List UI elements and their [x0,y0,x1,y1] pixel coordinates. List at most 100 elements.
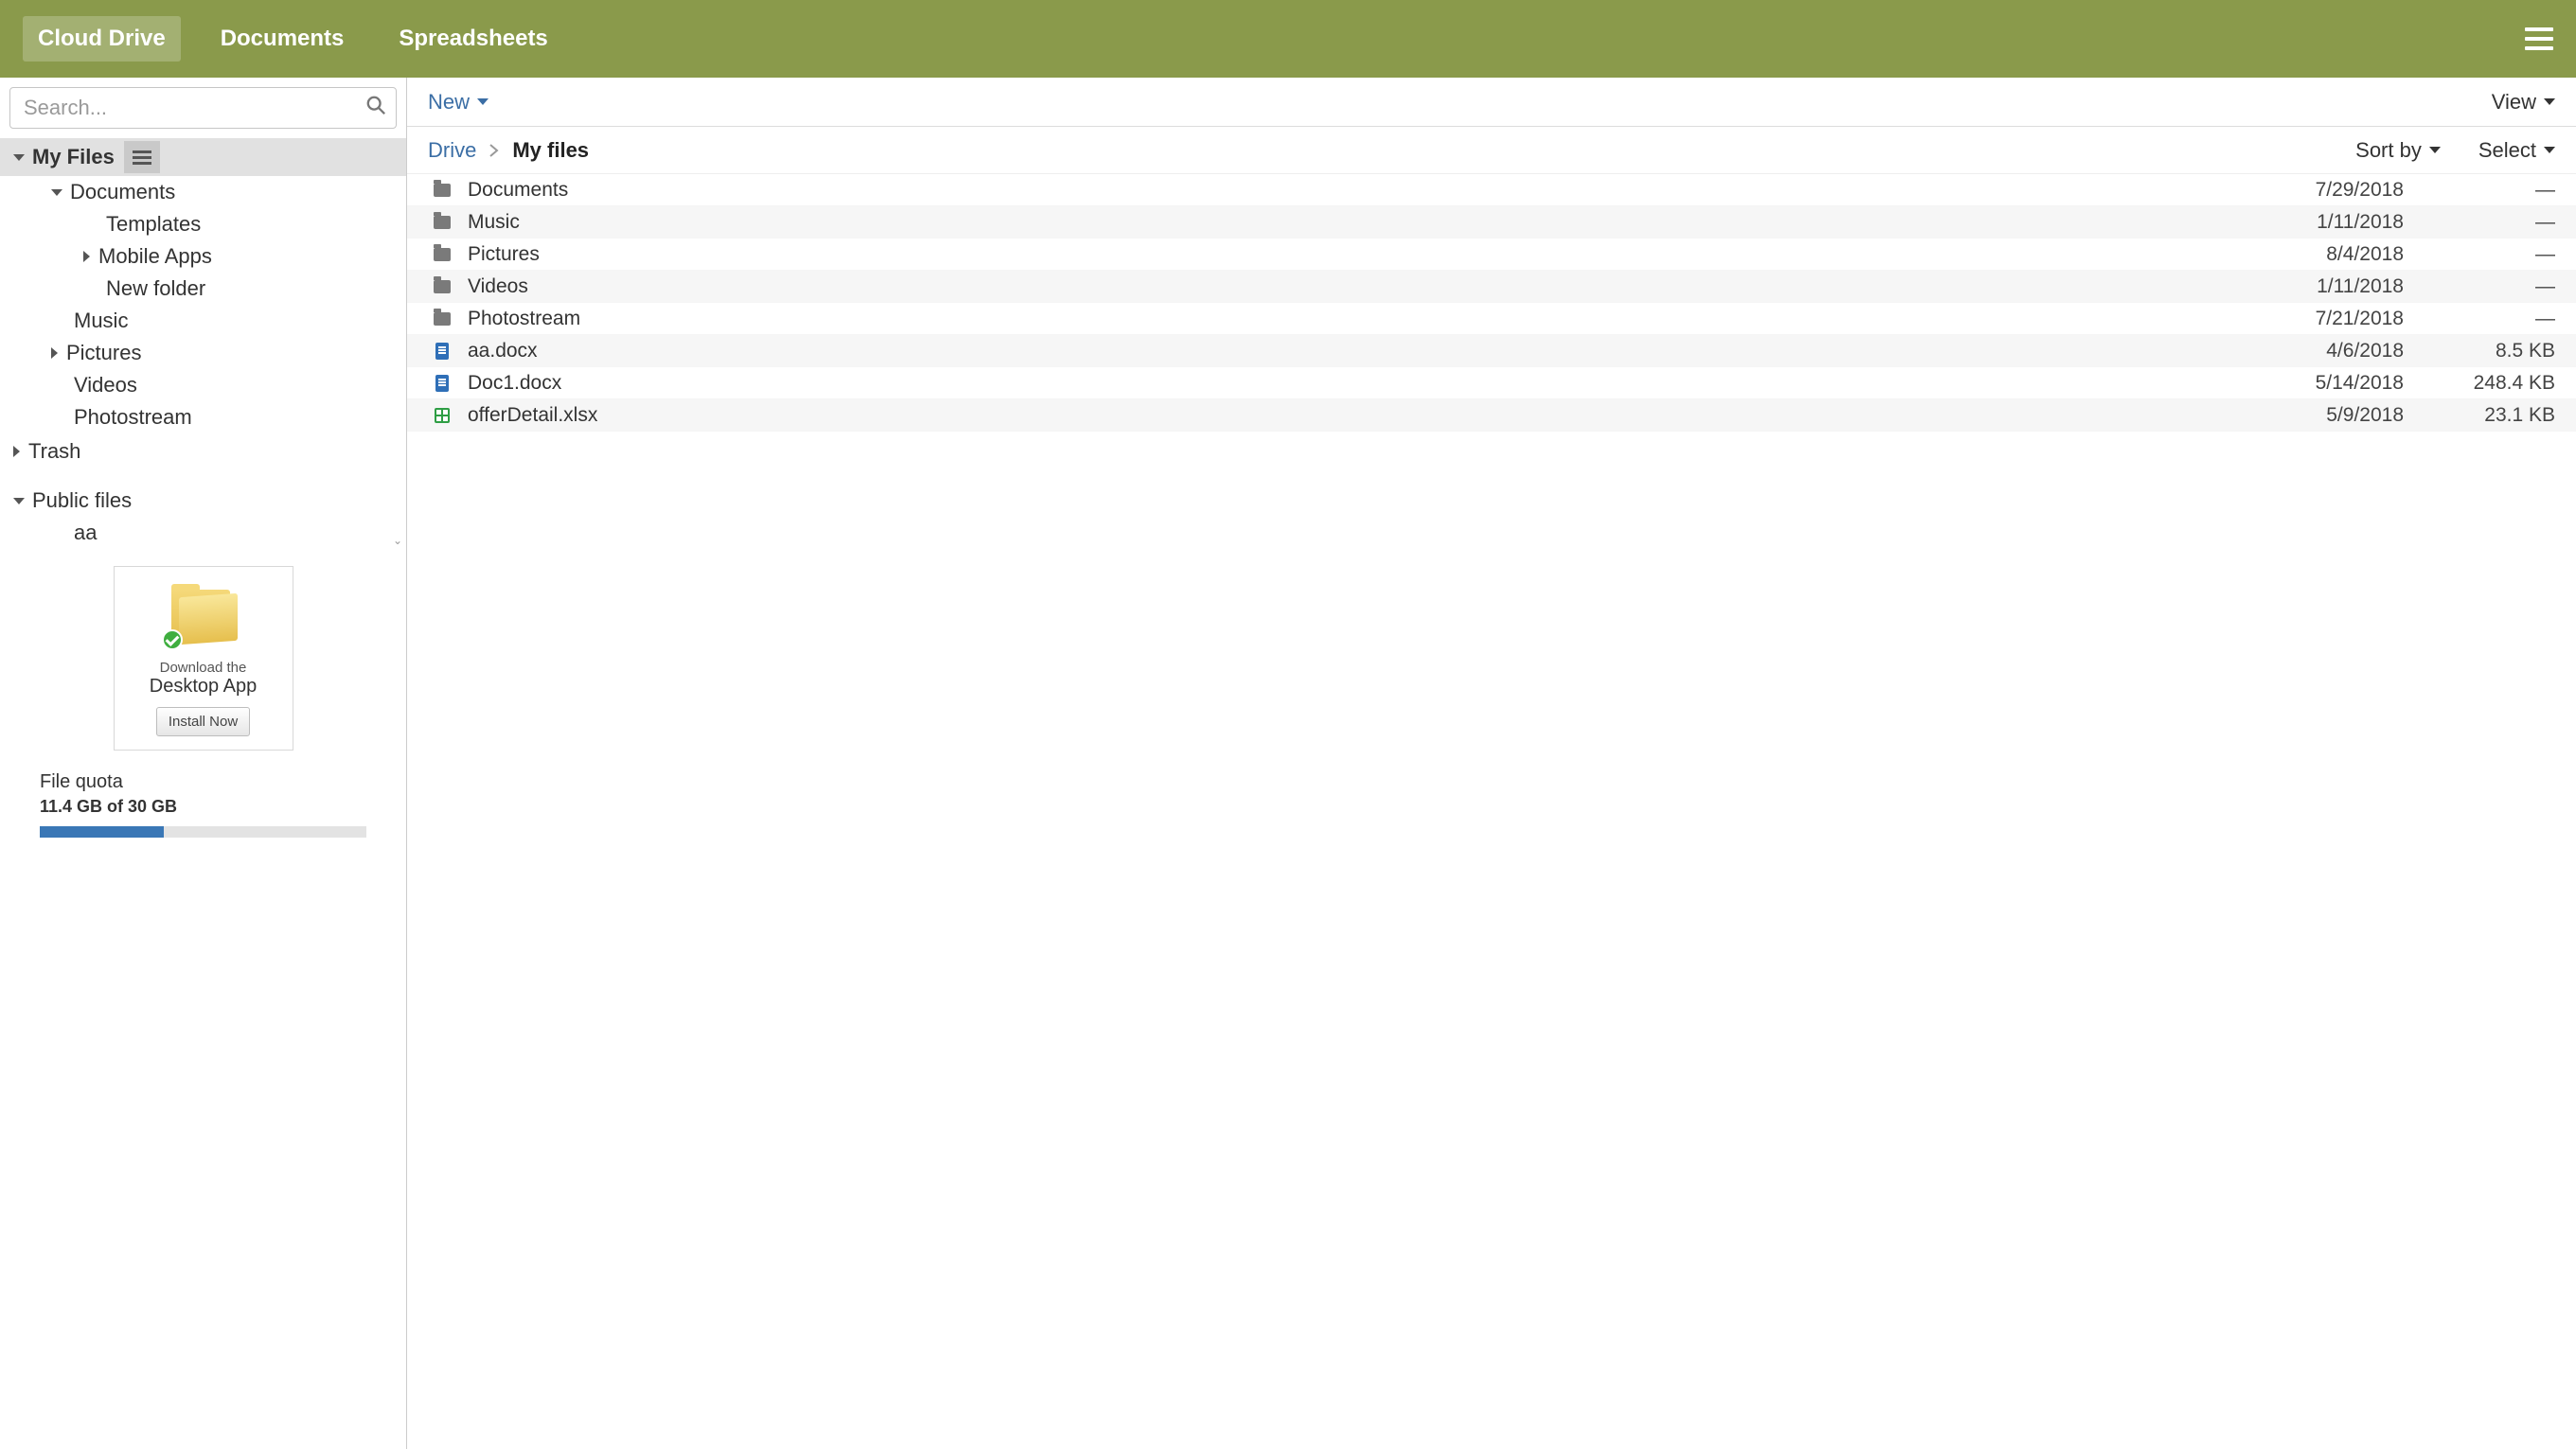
chevron-down-icon [2429,147,2441,153]
tree-scrollbar[interactable]: ⌃ ⌄ [389,138,406,549]
folder-icon [428,248,456,261]
file-date: 1/11/2018 [2262,275,2404,298]
check-icon [162,629,183,650]
tree-item-public-aa[interactable]: aa [0,517,406,549]
file-row[interactable]: Doc1.docx5/14/2018248.4 KB [407,367,2576,399]
file-size: 23.1 KB [2404,404,2555,427]
tree-public-label: Public files [32,488,132,513]
folder-icon [428,280,456,293]
file-size: — [2404,275,2555,298]
tree-item-new-folder[interactable]: New folder [0,273,406,305]
toolbar: New View [407,78,2576,127]
file-name: Music [468,211,2262,234]
breadcrumb-drive[interactable]: Drive [428,138,476,163]
tree-item-videos[interactable]: Videos [0,369,406,401]
tree-item-label: aa [74,521,97,545]
list-toggle-icon[interactable] [124,141,160,173]
chevron-down-icon [477,98,489,105]
file-row[interactable]: aa.docx4/6/20188.5 KB [407,335,2576,367]
sort-by-label: Sort by [2355,138,2422,163]
promo-line1: Download the [124,660,283,676]
caret-down-icon[interactable] [13,154,25,161]
file-row[interactable]: Videos1/11/2018— [407,271,2576,303]
top-tabs: Cloud Drive Documents Spreadsheets [23,16,563,62]
file-size: 8.5 KB [2404,340,2555,362]
file-name: Documents [468,179,2262,202]
chevron-right-icon [489,138,499,163]
file-row[interactable]: Documents7/29/2018— [407,174,2576,206]
view-button[interactable]: View [2492,90,2555,115]
file-size: — [2404,243,2555,266]
sort-by-button[interactable]: Sort by [2355,138,2441,163]
folder-tree: My Files Documents Templates Mobile Apps Ne… [0,138,406,549]
tab-spreadsheets[interactable]: Spreadsheets [383,16,562,62]
quota-text: 11.4 GB of 30 GB [40,797,366,817]
tree-item-label: Documents [70,180,175,204]
promo-line2: Desktop App [124,676,283,698]
document-icon [428,343,456,360]
select-button[interactable]: Select [2478,138,2555,163]
file-row[interactable]: Pictures8/4/2018— [407,239,2576,271]
file-date: 4/6/2018 [2262,340,2404,362]
new-button-label: New [428,90,470,115]
file-date: 1/11/2018 [2262,211,2404,234]
tree-root-my-files[interactable]: My Files [0,138,406,176]
scroll-down-icon[interactable]: ⌄ [393,534,402,547]
caret-right-icon[interactable] [13,446,20,457]
tree-trash-label: Trash [28,439,80,464]
file-name: aa.docx [468,340,2262,362]
tab-documents[interactable]: Documents [205,16,360,62]
tab-cloud-drive[interactable]: Cloud Drive [23,16,181,62]
tree-item-mobile-apps[interactable]: Mobile Apps [0,240,406,273]
install-now-button[interactable]: Install Now [156,707,250,736]
tree-trash[interactable]: Trash [0,435,406,468]
caret-right-icon[interactable] [83,251,90,262]
top-bar: Cloud Drive Documents Spreadsheets [0,0,2576,78]
search-box[interactable] [9,87,397,129]
chevron-down-icon [2544,147,2555,153]
file-date: 7/29/2018 [2262,179,2404,202]
menu-icon[interactable] [2525,27,2553,50]
tree-public-files[interactable]: Public files [0,485,406,517]
tree-item-pictures[interactable]: Pictures [0,337,406,369]
tree-item-label: Music [74,309,128,333]
breadcrumb-current: My files [512,138,589,163]
tree-item-photostream[interactable]: Photostream [0,401,406,433]
tree-item-label: Videos [74,373,137,398]
select-label: Select [2478,138,2536,163]
tree-item-music[interactable]: Music [0,305,406,337]
file-name: Doc1.docx [468,372,2262,395]
document-icon [428,375,456,392]
file-list: Documents7/29/2018—Music1/11/2018—Pictur… [407,174,2576,1449]
tree-item-documents[interactable]: Documents [0,176,406,208]
file-name: offerDetail.xlsx [468,404,2262,427]
file-size: — [2404,308,2555,330]
caret-down-icon[interactable] [13,498,25,504]
tree-item-label: New folder [106,276,205,301]
file-row[interactable]: Photostream7/21/2018— [407,303,2576,335]
file-date: 7/21/2018 [2262,308,2404,330]
quota-bar [40,826,366,838]
search-icon[interactable] [365,95,386,121]
tree-item-templates[interactable]: Templates [0,208,406,240]
sidebar: ⌃ ⌄ My Files Documents Templates Mobile Ap… [0,78,407,1449]
caret-down-icon[interactable] [51,189,62,196]
file-row[interactable]: Music1/11/2018— [407,206,2576,239]
new-button[interactable]: New [428,90,489,115]
file-name: Pictures [468,243,2262,266]
file-size: 248.4 KB [2404,372,2555,395]
breadcrumb: Drive My files [428,138,589,163]
file-quota: File quota 11.4 GB of 30 GB [0,751,406,855]
folder-icon [428,216,456,229]
desktop-app-promo: Download the Desktop App Install Now [114,566,293,751]
main-pane: New View Drive My files Sort by [407,78,2576,1449]
file-row[interactable]: offerDetail.xlsx5/9/201823.1 KB [407,399,2576,432]
tree-item-label: Templates [106,212,201,237]
caret-right-icon[interactable] [51,347,58,359]
tree-item-label: Photostream [74,405,192,430]
file-name: Photostream [468,308,2262,330]
folder-icon [428,312,456,326]
chevron-down-icon [2544,98,2555,105]
tree-item-label: Mobile Apps [98,244,212,269]
search-input[interactable] [24,96,356,120]
